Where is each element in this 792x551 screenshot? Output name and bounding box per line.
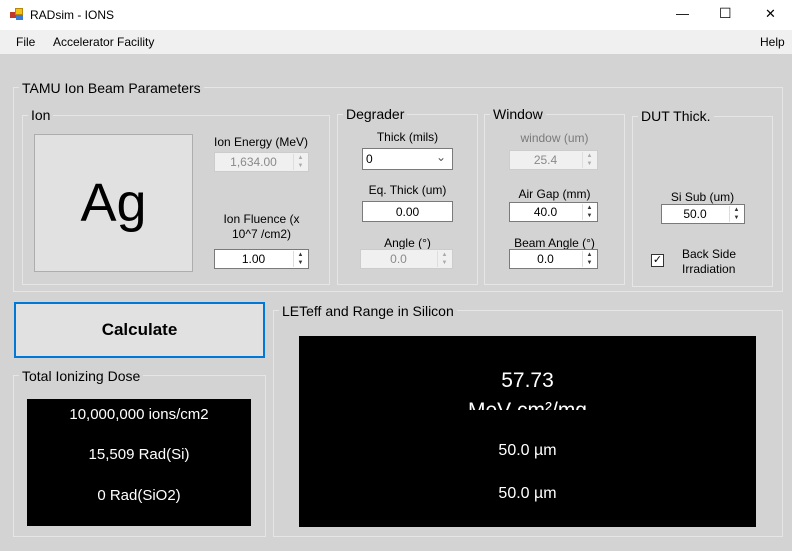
beam-angle-label: Beam Angle (°) (514, 236, 595, 250)
degrader-thick-combobox[interactable]: 0 ⌄ (362, 148, 453, 170)
ion-energy-value: 1,634.00 (230, 155, 277, 169)
degrader-angle-label: Angle (°) (384, 236, 431, 250)
calculate-button[interactable]: Calculate (14, 302, 265, 358)
menu-accelerator-facility[interactable]: Accelerator Facility (53, 35, 154, 49)
beam-angle-spinner[interactable]: 0.0 ▲ ▼ (509, 249, 598, 269)
spinner-arrows-icon[interactable]: ▲ ▼ (437, 251, 451, 267)
window-title: RADsim - IONS (30, 8, 114, 22)
eq-thick-label: Eq. Thick (um) (368, 183, 447, 197)
ion-energy-label: Ion Energy (MeV) (214, 135, 309, 149)
window-thick-value: 25.4 (533, 153, 558, 167)
chevron-down-icon[interactable]: ⌄ (436, 150, 446, 164)
range-value-1: 50.0 µm (498, 442, 557, 459)
spinner-arrows-icon[interactable]: ▲ ▼ (582, 152, 596, 168)
tid-display: 10,000,000 ions/cm2 15,509 Rad(Si) 0 Rad… (27, 399, 251, 526)
tid-group-title: Total Ionizing Dose (19, 368, 144, 384)
let-value: 57.73 (501, 369, 554, 392)
window-group-title: Window (490, 106, 546, 122)
ion-group-title: Ion (28, 107, 54, 123)
app-icon (10, 8, 24, 21)
si-sub-label: Si Sub (um) (670, 190, 735, 204)
back-side-label: Back Side (682, 247, 737, 261)
dut-group-title: DUT Thick. (638, 108, 714, 124)
spinner-arrows-icon[interactable]: ▲ ▼ (293, 154, 307, 170)
ion-symbol-button[interactable]: Ag (34, 134, 193, 272)
close-button[interactable]: ✕ (765, 6, 776, 22)
eq-thick-value: 0.00 (395, 205, 420, 219)
degrader-thick-label: Thick (mils) (376, 130, 439, 144)
menu-bar: File Accelerator Facility Help (0, 30, 792, 54)
tid-dose-sio2: 0 Rad(SiO2) (97, 487, 181, 504)
tid-fluence: 10,000,000 ions/cm2 (69, 406, 209, 423)
group-title: TAMU Ion Beam Parameters (19, 80, 204, 96)
si-sub-value: 50.0 (683, 207, 707, 221)
let-display: 57.73 MeV-cm²/mg 50.0 µm 50.0 µm (299, 336, 756, 527)
ion-fluence-spinner[interactable]: 1.00 ▲ ▼ (214, 249, 309, 269)
eq-thick-input[interactable]: 0.00 (362, 201, 453, 222)
range-value-2: 50.0 µm (498, 485, 557, 502)
window-thick-spinner[interactable]: 25.4 ▲ ▼ (509, 150, 598, 170)
calculate-label: Calculate (101, 320, 178, 339)
back-side-label-2: Irradiation (682, 262, 736, 276)
spinner-arrows-icon[interactable]: ▲ ▼ (582, 204, 596, 220)
air-gap-value: 40.0 (533, 205, 558, 219)
menu-file[interactable]: File (16, 35, 35, 49)
spinner-arrows-icon[interactable]: ▲ ▼ (729, 206, 743, 222)
ion-fluence-value: 1.00 (241, 252, 266, 266)
degrader-angle-spinner[interactable]: 0.0 ▲ ▼ (360, 249, 453, 269)
menu-help[interactable]: Help (760, 35, 785, 49)
window-thick-label: window (um) (520, 131, 589, 145)
let-unit: MeV-cm²/mg (468, 399, 587, 410)
title-bar: RADsim - IONS — ☐ ✕ (0, 0, 792, 30)
spinner-arrows-icon[interactable]: ▲ ▼ (293, 251, 307, 267)
ion-energy-spinner[interactable]: 1,634.00 ▲ ▼ (214, 152, 309, 172)
let-group-title: LETeff and Range in Silicon (279, 303, 457, 319)
let-unit-clip: MeV-cm²/mg (299, 396, 756, 410)
ion-symbol: Ag (80, 173, 147, 233)
checkmark-icon: ✓ (652, 254, 663, 266)
air-gap-spinner[interactable]: 40.0 ▲ ▼ (509, 202, 598, 222)
spinner-arrows-icon[interactable]: ▲ ▼ (582, 251, 596, 267)
minimize-button[interactable]: — (676, 6, 689, 21)
degrader-thick-value: 0 (366, 152, 373, 166)
degrader-angle-value: 0.0 (390, 252, 407, 266)
tid-dose-si: 15,509 Rad(Si) (88, 446, 190, 463)
ion-fluence-label: Ion Fluence (x (223, 212, 300, 226)
beam-angle-value: 0.0 (537, 252, 554, 266)
ion-fluence-label-unit: 10^7 /cm2) (232, 227, 291, 241)
back-side-checkbox[interactable]: ✓ (651, 254, 664, 267)
degrader-group-title: Degrader (343, 106, 408, 122)
air-gap-label: Air Gap (mm) (518, 187, 591, 201)
maximize-button[interactable]: ☐ (719, 5, 732, 22)
si-sub-spinner[interactable]: 50.0 ▲ ▼ (661, 204, 745, 224)
